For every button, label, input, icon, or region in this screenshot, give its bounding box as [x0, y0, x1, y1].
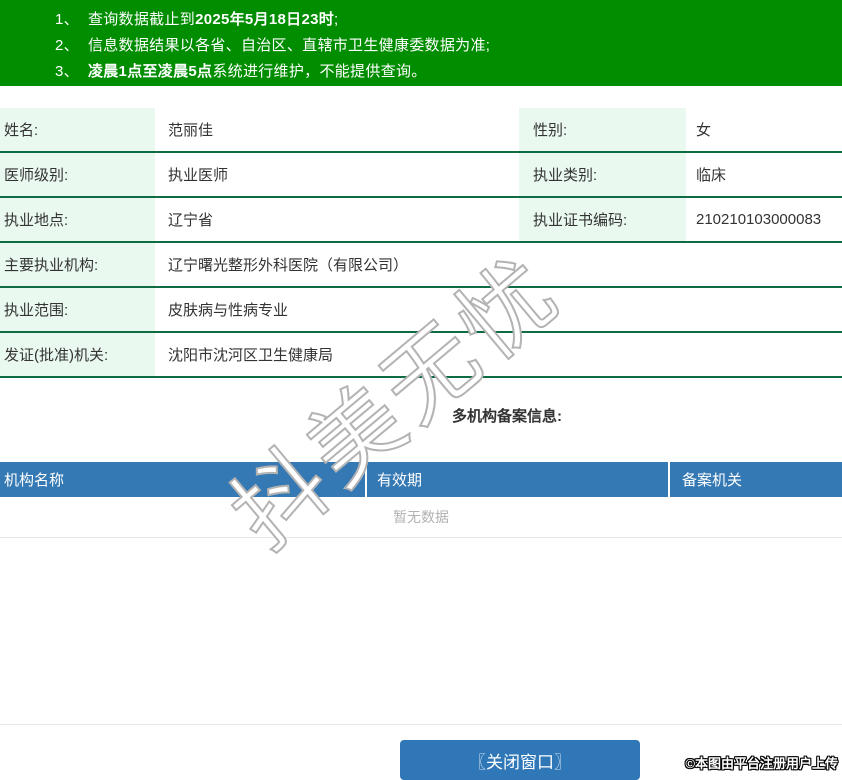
field-label: 姓名: — [0, 108, 155, 151]
filing-section-title: 多机构备案信息: — [452, 407, 562, 425]
notice-line-text: ; — [334, 11, 339, 28]
field-label: 性别: — [519, 108, 686, 151]
info-row: 姓名: 范丽佳 性别: 女 — [0, 108, 842, 153]
info-row: 发证(批准)机关: 沈阳市沈河区卫生健康局 — [0, 333, 842, 378]
empty-data-text: 暂无数据 — [393, 509, 449, 525]
filing-table-header: 机构名称 有效期 备案机关 — [0, 462, 842, 497]
notice-line: 3、 凌晨1点至凌晨5点系统进行维护，不能提供查询。 — [55, 59, 842, 85]
notice-line-number: 3、 — [55, 63, 79, 80]
notice-line-text: 系统进行维护，不能提供查询。 — [212, 63, 427, 80]
notice-line-text: 信息数据结果以各省、自治区、直辖市卫生健康委数据为准; — [87, 37, 491, 54]
field-label: 执业证书编码: — [519, 198, 686, 241]
notice-line-number: 2、 — [55, 37, 79, 54]
footer: 〖关闭窗口〗 ©本图由平台注册用户上传 — [0, 724, 842, 780]
field-value: 执业医师 — [168, 167, 229, 184]
info-table: 姓名: 范丽佳 性别: 女医师级别: 执业医师 执业类别: 临床执业地点: 辽宁省 执业证书编码… — [0, 108, 842, 378]
field-value: 临床 — [696, 167, 727, 184]
info-row: 主要执业机构: 辽宁曙光整形外科医院（有限公司） — [0, 243, 842, 288]
copyright-watermark-text: ©本图由平台注册用户上传 — [685, 756, 838, 771]
info-row: 医师级别: 执业医师 执业类别: 临床 — [0, 153, 842, 198]
info-row: 执业地点: 辽宁省 执业证书编码: 210210103000083 — [0, 198, 842, 243]
field-label: 主要执业机构: — [0, 243, 155, 286]
field-value: 辽宁省 — [168, 212, 214, 229]
field-value: 女 — [696, 122, 712, 139]
field-value: 范丽佳 — [168, 122, 214, 139]
column-header: 有效期 — [367, 462, 670, 497]
column-header: 机构名称 — [0, 462, 367, 497]
notice-line-text: 查询数据截止到 — [87, 11, 196, 28]
filing-section-header: 多机构备案信息: — [0, 378, 842, 462]
notice-line: 1、 查询数据截止到2025年5月18日23时; — [55, 7, 842, 33]
close-window-button[interactable]: 〖关闭窗口〗 — [400, 740, 640, 780]
notice-line: 2、 信息数据结果以各省、自治区、直辖市卫生健康委数据为准; — [55, 33, 842, 59]
filing-table-empty-row: 暂无数据 — [0, 497, 842, 538]
field-value: 沈阳市沈河区卫生健康局 — [168, 347, 334, 364]
notice-line-bold-text: 凌晨1点至凌晨5点 — [87, 63, 213, 80]
field-label: 执业范围: — [0, 288, 155, 331]
field-value: 210210103000083 — [696, 211, 822, 228]
field-label: 医师级别: — [0, 153, 155, 196]
field-value: 辽宁曙光整形外科医院（有限公司） — [168, 257, 409, 274]
column-header: 备案机关 — [682, 472, 743, 489]
field-label: 执业地点: — [0, 198, 155, 241]
notice-line-number: 1、 — [55, 11, 79, 28]
info-row: 执业范围: 皮肤病与性病专业 — [0, 288, 842, 333]
field-label: 发证(批准)机关: — [0, 333, 155, 376]
notice-banner: 1、 查询数据截止到2025年5月18日23时; 2、 信息数据结果以各省、自治区、直… — [0, 0, 842, 86]
notice-line-bold-text: 2025年5月18日23时 — [195, 11, 335, 28]
field-label: 执业类别: — [519, 153, 686, 196]
field-value: 皮肤病与性病专业 — [168, 302, 289, 319]
